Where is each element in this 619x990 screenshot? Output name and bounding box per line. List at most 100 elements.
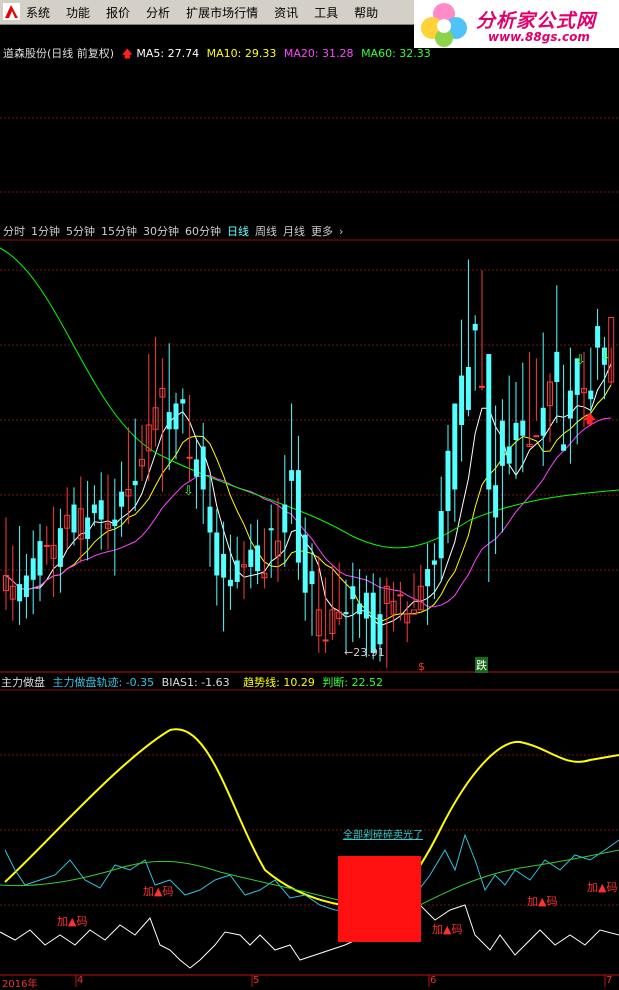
candle-body <box>588 390 594 400</box>
sell-signal-box <box>338 856 421 942</box>
candle-body <box>506 446 512 464</box>
ma-line-ma20 <box>5 417 612 608</box>
candle-body <box>227 579 233 587</box>
menu-item[interactable]: 功能 <box>66 4 90 21</box>
x-axis-label: 2016年 <box>2 979 38 990</box>
candle-body <box>540 407 546 436</box>
candle-body <box>9 585 16 600</box>
candle-body <box>452 403 458 490</box>
x-axis-label: 6 <box>430 975 437 986</box>
signal-s-label: $ <box>418 660 425 673</box>
candle-body <box>459 375 465 425</box>
candle-body <box>289 470 295 481</box>
tab-period[interactable]: › <box>339 225 343 238</box>
candle-body <box>343 612 349 615</box>
candle-body <box>105 523 111 529</box>
menu-item[interactable]: 报价 <box>106 4 130 21</box>
candle-body <box>533 435 540 438</box>
brand-url[interactable]: www.88gs.com <box>488 30 590 44</box>
ma-line-ma60 <box>0 247 619 549</box>
candle-body <box>248 549 254 567</box>
menu-item[interactable]: 帮助 <box>354 4 378 21</box>
tab-period[interactable]: 30分钟 <box>143 223 179 239</box>
candle-body <box>581 387 587 394</box>
candle-body <box>125 489 132 497</box>
candle-body <box>486 354 492 490</box>
candle-body <box>268 528 274 531</box>
ma5-value: MA5: 27.74 <box>136 47 200 60</box>
brand-logo: 分析家公式网 www.88gs.com <box>414 0 619 48</box>
candle-body <box>180 399 186 404</box>
tab-period[interactable]: 更多 <box>311 223 333 239</box>
candle-body <box>91 504 97 514</box>
candle-body <box>336 611 343 619</box>
x-axis-label: 4 <box>77 975 84 986</box>
candle-body <box>139 458 145 467</box>
candle-body <box>404 613 411 624</box>
indicator-line <box>0 904 619 969</box>
candle-body <box>397 594 404 597</box>
candle-body <box>98 500 104 520</box>
candle-body <box>30 558 36 580</box>
ma10-value: MA10: 29.33 <box>206 47 277 60</box>
tab-period[interactable]: 日线 <box>227 223 249 239</box>
main-menu: 系统 功能 报价 分析 扩展市场行情 资讯 工具 帮助 <box>26 0 394 24</box>
candle-body <box>567 390 573 419</box>
candle-body <box>554 351 560 382</box>
candle-body <box>499 420 505 466</box>
candle-body <box>57 528 63 567</box>
menu-item[interactable]: 扩展市场行情 <box>186 4 258 21</box>
candle-body <box>37 541 43 576</box>
candle-body <box>370 592 376 653</box>
candle-body <box>221 554 227 578</box>
candle-body <box>214 532 220 576</box>
candle-body <box>350 586 356 600</box>
candle-body <box>431 560 437 565</box>
candle-body <box>425 569 431 587</box>
tab-period[interactable]: 1分钟 <box>31 223 60 239</box>
candle-body <box>77 508 84 540</box>
menu-item[interactable]: 分析 <box>146 4 170 21</box>
add-note: 加▲码 <box>143 885 174 898</box>
stock-info-line: 道森股份(日线 前复权) 🡅 MA5: 27.74 MA10: 29.33 MA… <box>3 45 431 61</box>
tab-period[interactable]: 分时 <box>3 223 25 239</box>
candle-body <box>50 544 57 559</box>
candle-body <box>438 511 444 559</box>
candle-body <box>159 387 166 398</box>
sell-arrow-icon: 🡅 <box>583 412 597 427</box>
stock-title: 道森股份(日线 前复权) <box>3 47 115 60</box>
candle-body <box>23 575 29 597</box>
tab-period[interactable]: 5分钟 <box>66 223 95 239</box>
candle-body <box>119 491 125 507</box>
menu-item[interactable]: 工具 <box>314 4 338 21</box>
add-note: 加▲码 <box>57 915 88 928</box>
bias-value: BIAS1: -1.63 <box>161 676 230 689</box>
tab-period[interactable]: 15分钟 <box>101 223 137 239</box>
candle-body <box>322 639 329 642</box>
add-note: 加▲码 <box>432 923 463 936</box>
candle-body <box>390 600 397 615</box>
tab-period[interactable]: 月线 <box>283 223 305 239</box>
candle-body <box>465 366 471 410</box>
candle-body <box>377 614 383 645</box>
sell-banner: 全部剁碎碎卖光了 <box>343 830 423 841</box>
menu-item[interactable]: 系统 <box>26 4 50 21</box>
candle-body <box>207 506 213 533</box>
period-tabs: 分时 1分钟 5分钟 15分钟 30分钟 60分钟 日线 周线 月线 更多 › <box>0 222 346 240</box>
price-chart[interactable] <box>0 0 619 987</box>
judge-value: 判断: 22.52 <box>322 676 384 689</box>
candle-body <box>445 450 451 511</box>
candle-body <box>315 609 322 637</box>
tab-period[interactable]: 60分钟 <box>185 223 221 239</box>
tab-period[interactable]: 周线 <box>255 223 277 239</box>
candle-body <box>255 545 261 572</box>
x-axis-label: 7 <box>606 975 613 986</box>
indicator-line <box>4 728 619 910</box>
add-note: 加▲码 <box>587 881 618 894</box>
candle-body <box>85 517 91 539</box>
candle-body <box>17 584 23 602</box>
menu-item[interactable]: 资讯 <box>274 4 298 21</box>
app-logo-icon <box>3 3 20 20</box>
x-axis-label: 5 <box>253 975 260 986</box>
candle-body <box>132 480 138 486</box>
